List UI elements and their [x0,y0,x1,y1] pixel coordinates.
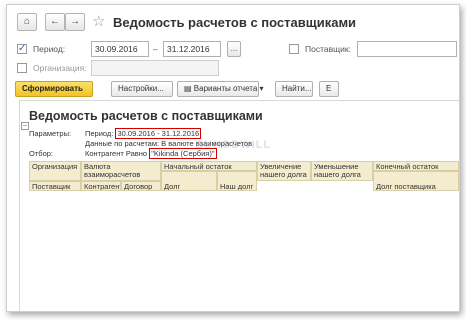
organization-row: Организация: [7,60,459,78]
chevron-down-icon: ▾ [257,84,264,93]
report-title: Ведомость расчетов с поставщиками [29,109,263,123]
home-button[interactable]: ⌂ [17,13,37,31]
period-label: Период: [33,44,66,54]
star-icon[interactable]: ☆ [92,13,105,31]
organization-label: Организация: [33,63,87,73]
period-to-field[interactable]: 31.12.2016 [163,41,221,57]
title-bar: ⌂ ← → ☆ Ведомость расчетов с поставщикам… [7,5,459,39]
period-picker-button[interactable]: ... [227,41,241,57]
filter-text: Контрагент Равно [85,149,148,158]
period-highlight: 30.09.2016 - 31.12.2016 [115,128,202,139]
report-variants-button[interactable]: ▤ Варианты отчета ▾ [177,81,264,97]
col-debt-decrease: Уменьшение нашего долга [311,161,373,181]
back-button[interactable]: ← [45,13,65,31]
collapse-icon[interactable]: – [21,122,29,130]
col-supplier: Поставщик [29,181,81,191]
command-bar: Сформировать Настройки... ▤ Варианты отч… [7,81,459,99]
supplier-label: Поставщик: [305,44,351,54]
col-closing-balance: Конечный остаток [373,161,459,171]
page-title: Ведомость расчетов с поставщиками [113,15,357,30]
generate-button[interactable]: Сформировать [15,81,93,97]
supplier-checkbox[interactable] [289,44,299,54]
watermark: BUHODWILL [195,139,272,151]
col-supplier-debt-opening: Долг поставщика [161,171,217,191]
col-organization: Организация [29,161,81,181]
report-window: ⌂ ← → ☆ Ведомость расчетов с поставщикам… [6,4,460,312]
params-period: Период: 30.09.2016 - 31.12.2016 [85,128,202,139]
period-dash: – [153,44,158,54]
arrow-left-icon: ← [50,16,60,27]
col-opening-balance: Начальный остаток [161,161,257,171]
period-text: Период: [85,129,114,138]
organization-field[interactable] [91,60,219,76]
settings-button[interactable]: Настройки... [111,81,173,97]
supplier-field[interactable] [357,41,457,57]
params-label: Параметры: [29,129,72,138]
variants-icon: ▤ [184,84,194,93]
arrow-right-icon: → [70,16,80,27]
col-debt-increase: Увеличение нашего долга [257,161,311,181]
period-row: ✓ Период: 30.09.2016 – 31.12.2016 ... По… [7,41,459,59]
more-actions-button[interactable]: Е [319,81,339,97]
col-our-debt-opening: Наш долг [217,171,257,191]
filter-label: Отбор: [29,149,53,158]
find-button[interactable]: Найти... [275,81,313,97]
period-from-field[interactable]: 30.09.2016 [91,41,149,57]
forward-button[interactable]: → [65,13,85,31]
home-icon: ⌂ [23,16,31,27]
variants-label: Варианты отчета [193,84,258,93]
organization-checkbox[interactable] [17,63,27,73]
col-supplier-debt-closing: Долг поставщика [373,171,459,191]
col-counterparty: Контрагент [81,181,121,191]
period-checkbox[interactable]: ✓ [17,44,27,54]
col-currency: Валюта взаиморасчетов [81,161,161,181]
col-contract: Договор [121,181,161,191]
